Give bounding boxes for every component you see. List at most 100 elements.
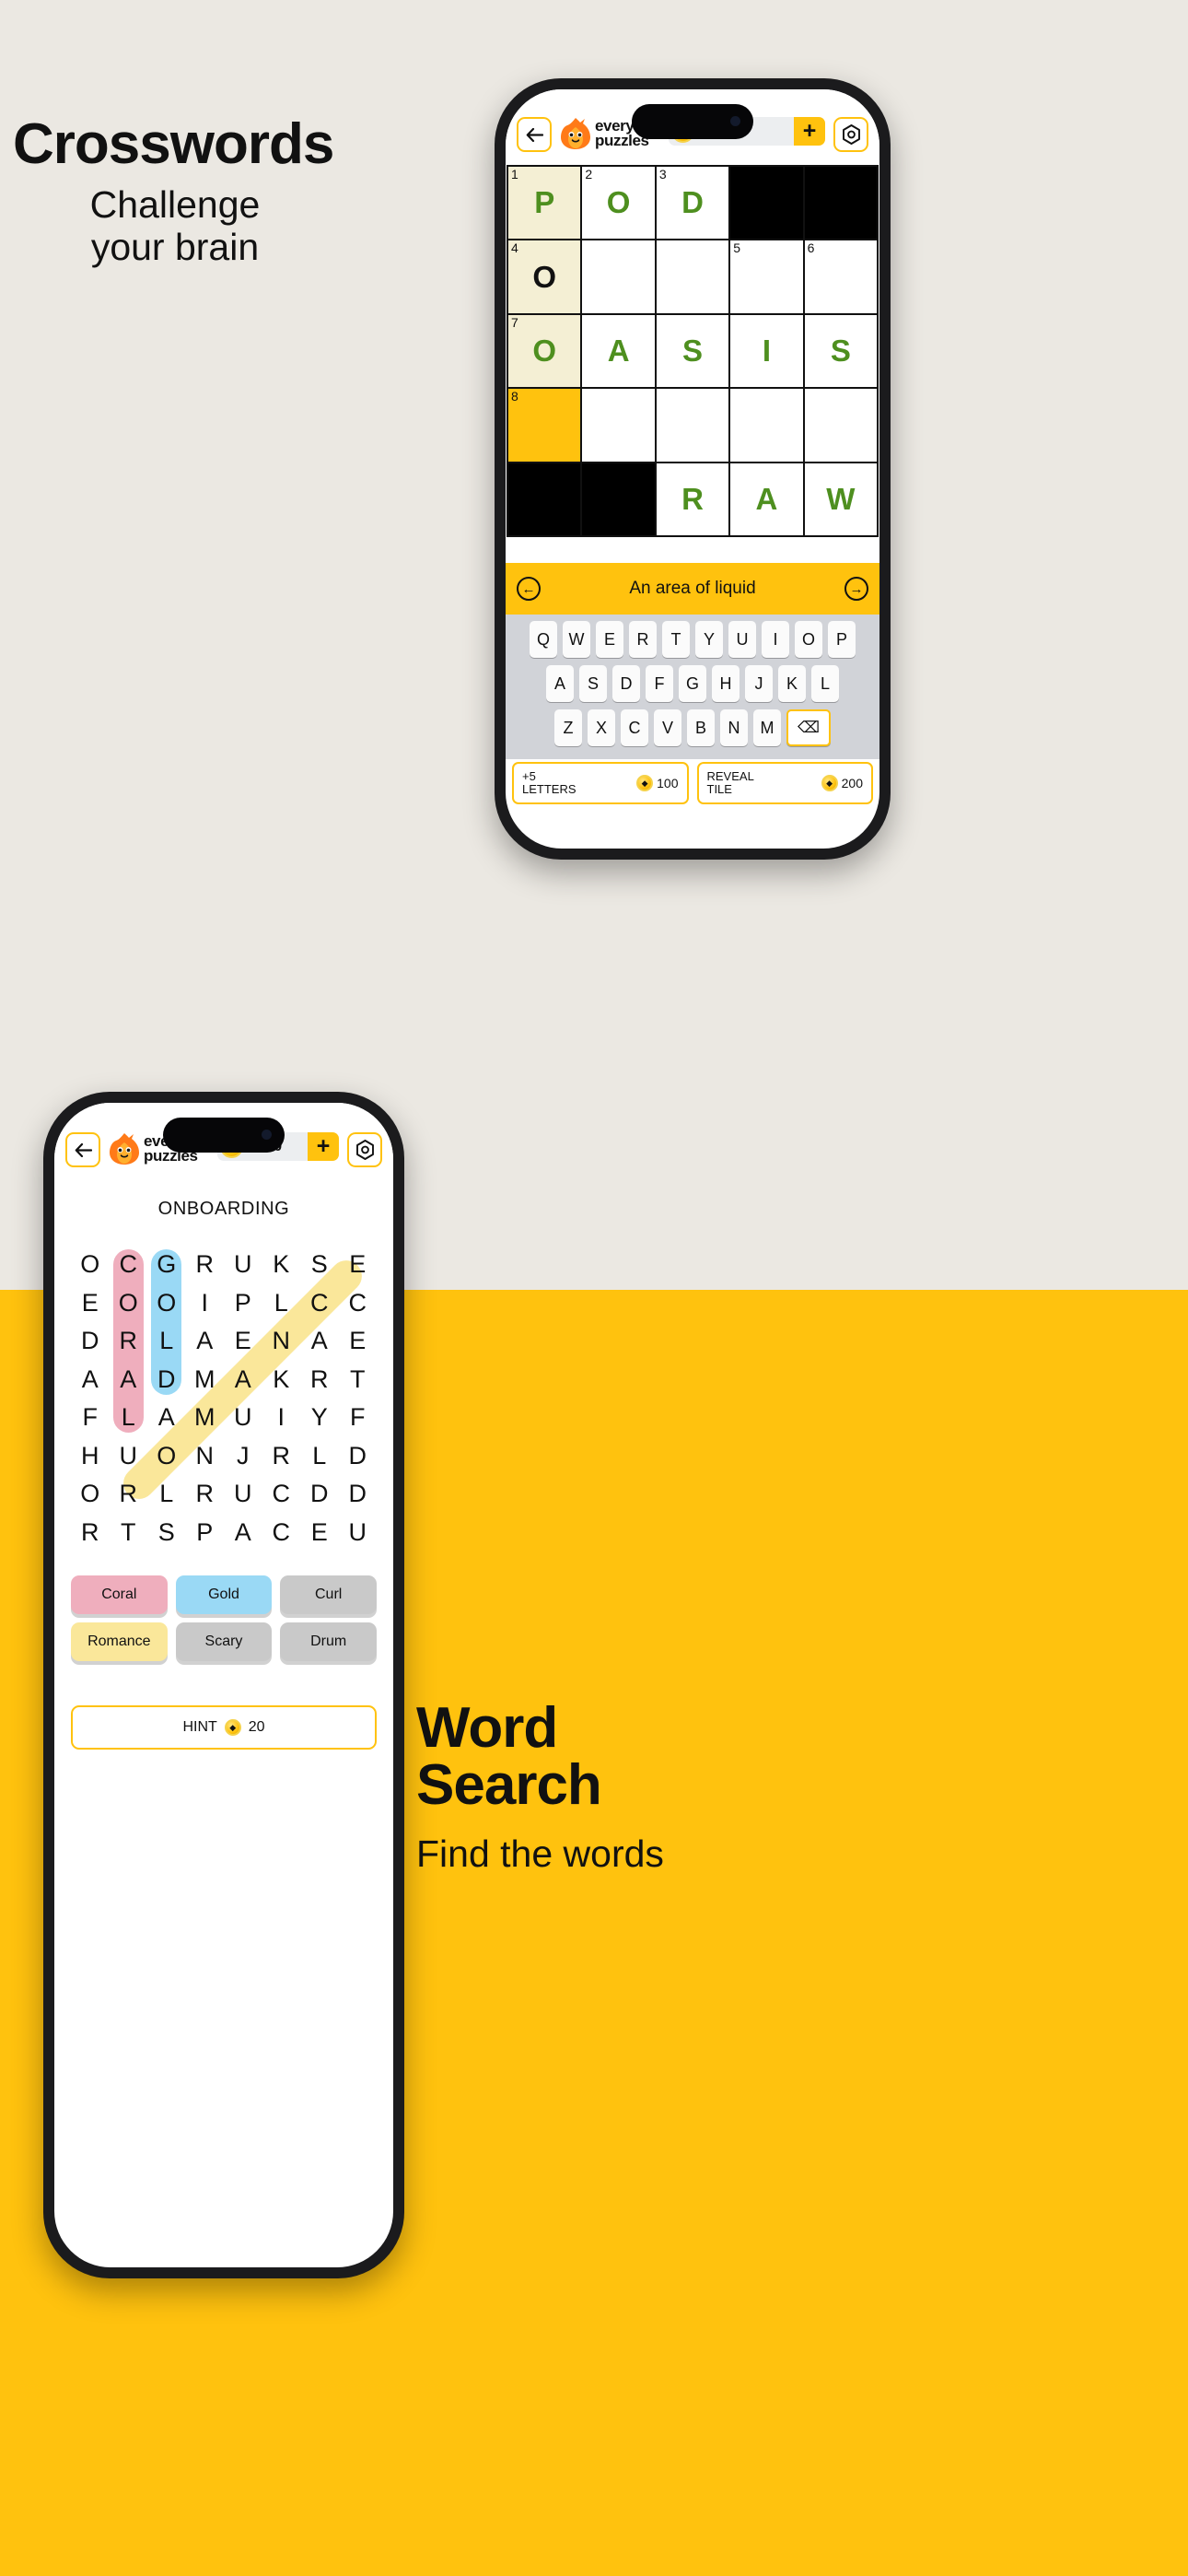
keyboard-key-n[interactable]: N xyxy=(720,709,748,747)
crossword-cell[interactable] xyxy=(582,240,655,313)
wordsearch-cell[interactable]: R xyxy=(186,1475,225,1514)
wordsearch-cell[interactable]: L xyxy=(147,1322,186,1361)
wordsearch-cell[interactable]: R xyxy=(110,1322,148,1361)
crossword-cell[interactable]: 7O xyxy=(508,314,581,388)
wordsearch-cell[interactable]: E xyxy=(71,1284,110,1323)
keyboard-key-s[interactable]: S xyxy=(579,665,607,703)
crossword-cell[interactable]: 6 xyxy=(804,240,878,313)
crossword-cell[interactable]: 3D xyxy=(656,167,729,240)
wordsearch-cell[interactable]: M xyxy=(186,1399,225,1437)
wordsearch-cell[interactable]: P xyxy=(186,1514,225,1552)
wordsearch-cell[interactable]: E xyxy=(339,1322,378,1361)
wordsearch-cell[interactable]: Y xyxy=(300,1399,339,1437)
wordsearch-cell[interactable]: H xyxy=(71,1437,110,1476)
wordsearch-cell[interactable]: N xyxy=(262,1322,301,1361)
wordsearch-cell[interactable]: L xyxy=(147,1475,186,1514)
wordsearch-cell[interactable]: O xyxy=(110,1284,148,1323)
wordsearch-cell[interactable]: A xyxy=(147,1399,186,1437)
wordsearch-cell[interactable]: A xyxy=(224,1514,262,1552)
hint-button[interactable]: HINT ◆ 20 xyxy=(71,1705,377,1750)
keyboard-key-e[interactable]: E xyxy=(596,621,623,659)
crossword-cell[interactable]: 8 xyxy=(508,389,581,462)
wordsearch-cell[interactable]: S xyxy=(300,1246,339,1284)
wordsearch-cell[interactable]: R xyxy=(71,1514,110,1552)
wordsearch-cell[interactable]: D xyxy=(339,1475,378,1514)
crossword-cell[interactable]: I xyxy=(730,314,803,388)
keyboard-key-p[interactable]: P xyxy=(828,621,856,659)
add-coins-button[interactable]: + xyxy=(794,117,825,146)
wordsearch-cell[interactable]: I xyxy=(186,1284,225,1323)
wordsearch-cell[interactable]: R xyxy=(186,1246,225,1284)
wordsearch-cell[interactable]: T xyxy=(339,1361,378,1399)
wordsearch-cell[interactable]: U xyxy=(224,1399,262,1437)
wordsearch-cell[interactable]: U xyxy=(224,1475,262,1514)
keyboard-key-v[interactable]: V xyxy=(654,709,681,747)
wordsearch-grid[interactable]: OCGRUKSEEOOIPLCCDRLAENAEAADMAKRTFLAMUIYF… xyxy=(71,1246,377,1551)
keyboard-key-y[interactable]: Y xyxy=(695,621,723,659)
wordsearch-cell[interactable]: D xyxy=(71,1322,110,1361)
wordsearch-cell[interactable]: F xyxy=(339,1399,378,1437)
wordsearch-cell[interactable]: C xyxy=(110,1246,148,1284)
wordsearch-cell[interactable]: C xyxy=(262,1514,301,1552)
crossword-cell[interactable]: 1P xyxy=(508,167,581,240)
wordsearch-cell[interactable]: C xyxy=(300,1284,339,1323)
wordsearch-cell[interactable]: E xyxy=(224,1322,262,1361)
wordsearch-cell[interactable]: O xyxy=(71,1246,110,1284)
wordsearch-cell[interactable]: G xyxy=(147,1246,186,1284)
crossword-cell[interactable] xyxy=(656,389,729,462)
back-button[interactable] xyxy=(517,117,552,152)
crossword-grid[interactable]: 1P2O3D4O567OASIS8RAW xyxy=(507,165,879,538)
wordsearch-cell[interactable]: A xyxy=(224,1361,262,1399)
wordsearch-cell[interactable]: O xyxy=(147,1284,186,1323)
word-chip[interactable]: Gold xyxy=(175,1575,273,1614)
previous-clue-button[interactable]: ← xyxy=(517,577,541,602)
keyboard-key-i[interactable]: I xyxy=(762,621,789,659)
wordsearch-cell[interactable]: C xyxy=(262,1475,301,1514)
keyboard-key-h[interactable]: H xyxy=(712,665,740,703)
wordsearch-cell[interactable]: U xyxy=(224,1246,262,1284)
crossword-cell[interactable]: A xyxy=(730,463,803,536)
word-chip[interactable]: Coral xyxy=(71,1575,168,1614)
keyboard-key-t[interactable]: T xyxy=(662,621,690,659)
word-chip[interactable]: Curl xyxy=(280,1575,377,1614)
wordsearch-cell[interactable]: U xyxy=(339,1514,378,1552)
crossword-cell[interactable]: 4O xyxy=(508,240,581,313)
word-chip[interactable]: Scary xyxy=(175,1622,273,1661)
wordsearch-cell[interactable]: F xyxy=(71,1399,110,1437)
keyboard-key-x[interactable]: X xyxy=(588,709,615,747)
keyboard-key-d[interactable]: D xyxy=(612,665,640,703)
keyboard-key-a[interactable]: A xyxy=(546,665,574,703)
wordsearch-cell[interactable]: R xyxy=(110,1475,148,1514)
wordsearch-cell[interactable]: A xyxy=(71,1361,110,1399)
crossword-cell[interactable] xyxy=(656,240,729,313)
wordsearch-cell[interactable]: R xyxy=(300,1361,339,1399)
wordsearch-cell[interactable]: P xyxy=(224,1284,262,1323)
settings-button[interactable] xyxy=(347,1132,382,1167)
wordsearch-cell[interactable]: L xyxy=(110,1399,148,1437)
crossword-cell[interactable]: W xyxy=(804,463,878,536)
wordsearch-cell[interactable]: C xyxy=(339,1284,378,1323)
wordsearch-cell[interactable]: O xyxy=(71,1475,110,1514)
back-button[interactable] xyxy=(65,1132,100,1167)
crossword-cell[interactable]: A xyxy=(582,314,655,388)
settings-button[interactable] xyxy=(833,117,868,152)
keyboard-key-m[interactable]: M xyxy=(753,709,781,747)
crossword-cell[interactable] xyxy=(804,389,878,462)
on-screen-keyboard[interactable]: Q W E R T Y U I O P A S D F G H J K L Z X C V B N M ⌫ xyxy=(506,615,879,760)
keyboard-key-q[interactable]: Q xyxy=(530,621,557,659)
wordsearch-cell[interactable]: T xyxy=(110,1514,148,1552)
powerup-button[interactable]: +5 LETTERS ◆ 100 xyxy=(512,762,689,805)
keyboard-key-b[interactable]: B xyxy=(687,709,715,747)
wordsearch-cell[interactable]: O xyxy=(147,1437,186,1476)
add-coins-button[interactable]: + xyxy=(308,1132,339,1161)
crossword-cell[interactable]: S xyxy=(656,314,729,388)
wordsearch-cell[interactable]: L xyxy=(300,1437,339,1476)
wordsearch-cell[interactable]: A xyxy=(110,1361,148,1399)
wordsearch-cell[interactable]: J xyxy=(224,1437,262,1476)
keyboard-key-r[interactable]: R xyxy=(629,621,657,659)
wordsearch-cell[interactable]: E xyxy=(300,1514,339,1552)
keyboard-key-j[interactable]: J xyxy=(745,665,773,703)
wordsearch-cell[interactable]: M xyxy=(186,1361,225,1399)
wordsearch-cell[interactable]: N xyxy=(186,1437,225,1476)
wordsearch-cell[interactable]: U xyxy=(110,1437,148,1476)
